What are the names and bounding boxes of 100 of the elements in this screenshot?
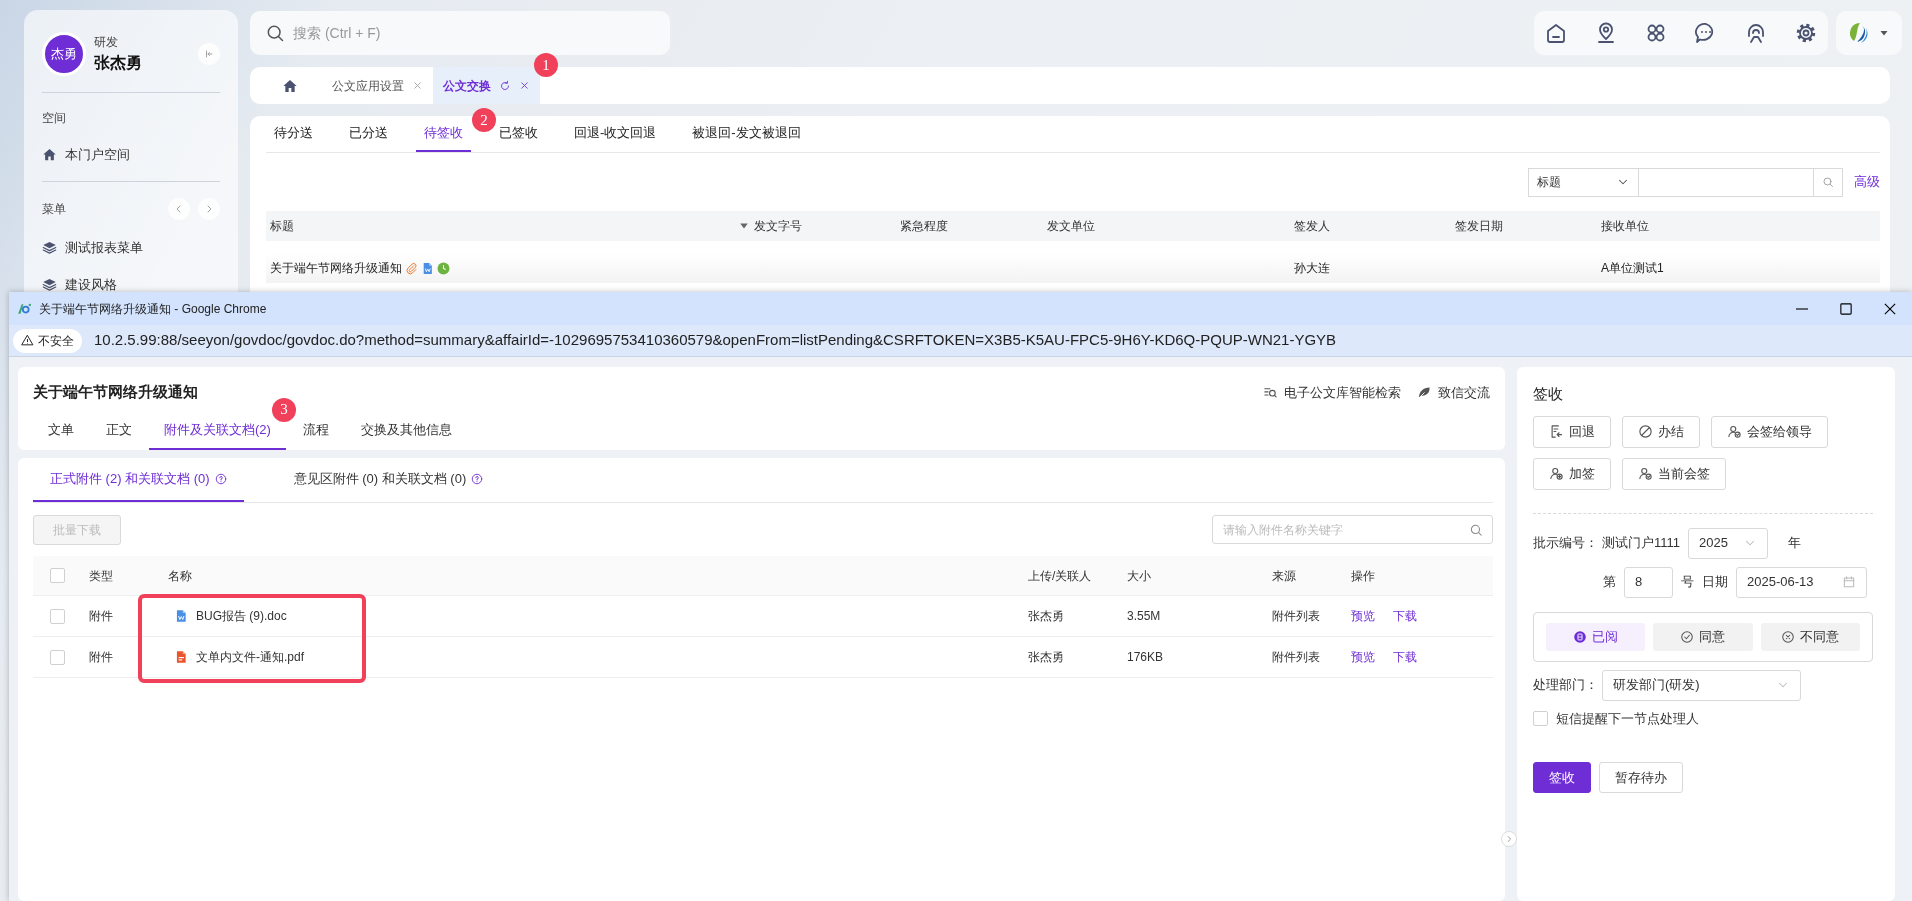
column-header: 发文字号 — [754, 218, 802, 235]
search-input[interactable] — [1639, 167, 1814, 197]
status-tab[interactable]: 待分送 — [266, 116, 321, 152]
user-plus-icon — [1549, 466, 1564, 481]
document-tab[interactable]: 交换及其他信息 — [345, 411, 467, 450]
expand-handle[interactable] — [1501, 831, 1517, 847]
document-tab[interactable]: 正文 — [91, 411, 147, 450]
user-name: 张杰勇 — [94, 53, 143, 73]
action-link[interactable]: 致信交流 — [1417, 382, 1490, 402]
collapse-icon — [203, 48, 215, 60]
home-icon[interactable] — [1544, 21, 1568, 45]
attachment-tab[interactable]: 意见区附件 (0) 和关联文档 (0) — [276, 458, 501, 502]
sidebar-item[interactable]: 测试报表菜单 — [42, 237, 220, 257]
action-link[interactable]: 电子公文库智能检索 — [1263, 382, 1401, 402]
count-badge: 3 — [271, 397, 296, 422]
field-label: 批示编号： — [1533, 534, 1598, 553]
column-header: 标题 — [270, 218, 294, 235]
select-all-checkbox[interactable] — [50, 568, 65, 583]
search-button[interactable] — [1814, 167, 1843, 197]
table-cell-text: 3.55M — [1127, 608, 1161, 625]
action-button[interactable]: 当前会签 — [1622, 457, 1726, 490]
settings-icon[interactable] — [1794, 21, 1818, 45]
sign-button[interactable]: 签收 — [1533, 762, 1591, 793]
field-label: 第 — [1603, 573, 1616, 592]
home-icon — [282, 77, 298, 94]
opinion-button[interactable]: 不同意 — [1760, 622, 1860, 651]
preview-link[interactable]: 预览 — [1351, 607, 1375, 625]
sidebar-item[interactable]: 本门户空间 — [42, 145, 220, 165]
account-menu[interactable] — [1836, 11, 1902, 55]
row-checkbox[interactable] — [50, 608, 65, 624]
user-department: 研发 — [94, 34, 119, 51]
ban-icon — [1638, 424, 1653, 439]
column-header: 接收单位 — [1601, 218, 1649, 235]
warning-icon — [21, 334, 34, 347]
security-chip[interactable]: 不安全 — [13, 328, 82, 353]
table-cell-text: A单位测试1 — [1601, 260, 1664, 277]
user-check-icon — [1727, 424, 1742, 439]
table-cell-text: 附件列表 — [1272, 649, 1320, 666]
url-text[interactable]: 10.2.5.99:88/seeyon/govdoc/govdoc.do?method=summary&affairId=-1029695753410360579&openFrom=listPending&CSRFTOKEN=X3B5-K5AU-FPC5-9H6Y-KD6Q-PQUP-WN21-YGYB — [94, 329, 1337, 352]
column-header: 名称 — [168, 567, 192, 585]
opinion-button[interactable]: 已阅 — [1546, 622, 1646, 651]
action-button[interactable]: 会签给领导 — [1711, 415, 1828, 448]
field-select[interactable]: 标题 — [1528, 167, 1639, 197]
column-header: 上传/关联人 — [1028, 567, 1092, 585]
layers-icon — [42, 277, 57, 293]
table-cell-text: 附件列表 — [1272, 608, 1320, 625]
close-icon[interactable] — [412, 80, 423, 91]
year-select[interactable]: 2025 — [1688, 527, 1769, 559]
layers-icon — [42, 239, 57, 255]
column-header: 签发人 — [1294, 218, 1330, 235]
sequence-field[interactable]: 8 — [1624, 566, 1673, 598]
action-button[interactable]: 加签 — [1533, 457, 1611, 490]
date-field[interactable]: 2025-06-13 — [1736, 566, 1867, 598]
chevron-right-icon — [1504, 834, 1514, 844]
clock-icon — [437, 261, 450, 275]
department-select[interactable]: 研发部门(研发) — [1602, 669, 1801, 701]
download-link[interactable]: 下载 — [1393, 607, 1417, 625]
section-title: 空间 — [42, 110, 66, 127]
count-badge: 2 — [472, 108, 496, 132]
search-icon — [265, 23, 285, 43]
advanced-link[interactable]: 高级 — [1854, 172, 1880, 192]
collapse-button[interactable] — [198, 43, 220, 65]
column-header: 签发日期 — [1455, 218, 1503, 235]
table-cell-text: 176KB — [1127, 649, 1164, 666]
opinion-button[interactable]: 同意 — [1653, 622, 1753, 651]
page-tab[interactable]: 公文交换 — [433, 67, 540, 104]
action-button[interactable]: 办结 — [1622, 415, 1700, 448]
sidebar-item[interactable]: 建设风格 — [42, 275, 220, 295]
document-tab[interactable]: 文单 — [33, 411, 89, 450]
row-checkbox[interactable] — [50, 649, 65, 665]
document-icon — [421, 261, 434, 275]
help-icon — [471, 473, 484, 485]
sms-checkbox[interactable] — [1533, 710, 1548, 726]
page-tab[interactable]: 公文应用设置 — [322, 67, 433, 104]
column-header: 发文单位 — [1047, 218, 1095, 235]
download-link[interactable]: 下载 — [1393, 648, 1417, 666]
checkbox-label: 短信提醒下一节点处理人 — [1556, 709, 1699, 728]
status-tab[interactable]: 已分送 — [341, 116, 396, 152]
sort-icon[interactable] — [738, 221, 750, 231]
preview-link[interactable]: 预览 — [1351, 648, 1375, 666]
close-icon[interactable] — [519, 80, 530, 91]
save-pending-button[interactable]: 暂存待办 — [1599, 762, 1683, 793]
search-icon — [1822, 176, 1834, 188]
attachment-search-field[interactable]: 请输入附件名称关键字 — [1212, 515, 1493, 544]
column-header: 紧急程度 — [900, 218, 948, 235]
file-name[interactable]: 文单内文件-通知.pdf — [196, 648, 304, 666]
user-check-icon — [1638, 466, 1653, 481]
field-label: 号 — [1681, 573, 1694, 592]
file-name[interactable]: BUG报告 (9).doc — [196, 607, 287, 625]
status-tab[interactable]: 回退-收文回退 — [566, 116, 665, 152]
document-title: 关于端午节网络升级通知 — [33, 382, 198, 402]
action-button[interactable]: 回退 — [1533, 415, 1611, 448]
status-tab[interactable]: 待签收 — [416, 116, 471, 152]
paperclip-icon — [405, 261, 418, 275]
refresh-icon[interactable] — [499, 79, 511, 92]
field-label: 年 — [1788, 534, 1802, 553]
section-title: 菜单 — [42, 200, 66, 218]
table-cell-text: 张杰勇 — [1028, 649, 1064, 666]
attachment-tab[interactable]: 正式附件 (2) 和关联文档 (0) — [33, 458, 244, 502]
status-tab[interactable]: 被退回-发文被退回 — [684, 116, 809, 152]
